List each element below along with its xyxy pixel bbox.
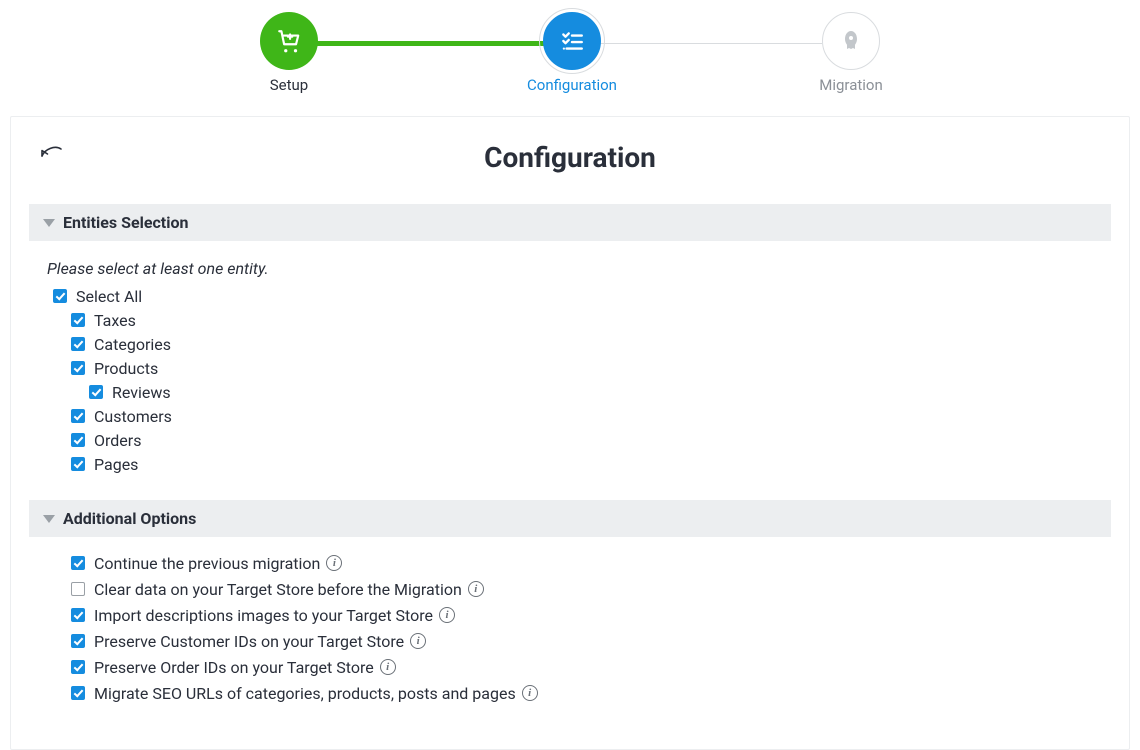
section-title: Additional Options <box>63 509 196 528</box>
step-setup[interactable]: Setup <box>229 12 349 94</box>
step-configuration[interactable]: Configuration <box>512 12 632 94</box>
entity-checkbox-customers[interactable] <box>71 409 85 423</box>
rocket-icon <box>822 12 880 70</box>
entity-checkbox-products[interactable] <box>71 361 85 375</box>
step-migration[interactable]: Migration <box>791 12 911 94</box>
info-icon[interactable]: i <box>326 555 342 571</box>
info-icon[interactable]: i <box>468 581 484 597</box>
config-card: Configuration Entities Selection Please … <box>10 116 1130 750</box>
option-label: Preserve Order IDs on your Target Store <box>94 658 374 677</box>
checklist-icon <box>543 12 601 70</box>
option-checkbox-preserve-customer-ids[interactable] <box>71 634 85 648</box>
entity-checkbox-orders[interactable] <box>71 433 85 447</box>
option-checkbox-preserve-order-ids[interactable] <box>71 660 85 674</box>
entity-checkbox-reviews[interactable] <box>89 385 103 399</box>
stepper-line-pending <box>600 43 822 44</box>
info-icon[interactable]: i <box>522 685 538 701</box>
section-title: Entities Selection <box>63 213 188 232</box>
info-icon[interactable]: i <box>410 633 426 649</box>
step-label: Configuration <box>512 76 632 94</box>
entities-tree: Select All Taxes Categories Products <box>49 286 1111 474</box>
entity-label: Reviews <box>112 383 171 402</box>
entity-label: Pages <box>94 455 138 474</box>
select-all-checkbox[interactable] <box>53 289 67 303</box>
back-button[interactable] <box>39 143 73 171</box>
option-label: Migrate SEO URLs of categories, products… <box>94 684 516 703</box>
chevron-down-icon <box>43 515 55 523</box>
options-list: Continue the previous migration i Clear … <box>67 553 1111 703</box>
section-options-header[interactable]: Additional Options <box>29 500 1111 537</box>
page-title: Configuration <box>29 141 1111 174</box>
option-label: Continue the previous migration <box>94 554 320 573</box>
entity-checkbox-pages[interactable] <box>71 457 85 471</box>
option-label: Preserve Customer IDs on your Target Sto… <box>94 632 404 651</box>
entity-label: Taxes <box>94 311 136 330</box>
stepper-line-done <box>317 41 545 46</box>
entity-label: Products <box>94 359 158 378</box>
chevron-down-icon <box>43 219 55 227</box>
entity-checkbox-taxes[interactable] <box>71 313 85 327</box>
stepper: Setup Configuration Migration <box>0 0 1140 96</box>
select-all-label: Select All <box>76 287 142 306</box>
entity-checkbox-categories[interactable] <box>71 337 85 351</box>
option-label: Clear data on your Target Store before t… <box>94 580 462 599</box>
section-entities-header[interactable]: Entities Selection <box>29 204 1111 241</box>
option-checkbox-continue[interactable] <box>71 556 85 570</box>
step-label: Migration <box>791 76 911 94</box>
info-icon[interactable]: i <box>380 659 396 675</box>
info-icon[interactable]: i <box>439 607 455 623</box>
option-checkbox-import-images[interactable] <box>71 608 85 622</box>
cart-icon <box>260 12 318 70</box>
entities-hint: Please select at least one entity. <box>47 259 1101 278</box>
entity-label: Customers <box>94 407 172 426</box>
option-checkbox-clear-data[interactable] <box>71 582 85 596</box>
entity-label: Orders <box>94 431 141 450</box>
entity-label: Categories <box>94 335 171 354</box>
step-label: Setup <box>229 76 349 94</box>
option-checkbox-seo-urls[interactable] <box>71 686 85 700</box>
option-label: Import descriptions images to your Targe… <box>94 606 433 625</box>
